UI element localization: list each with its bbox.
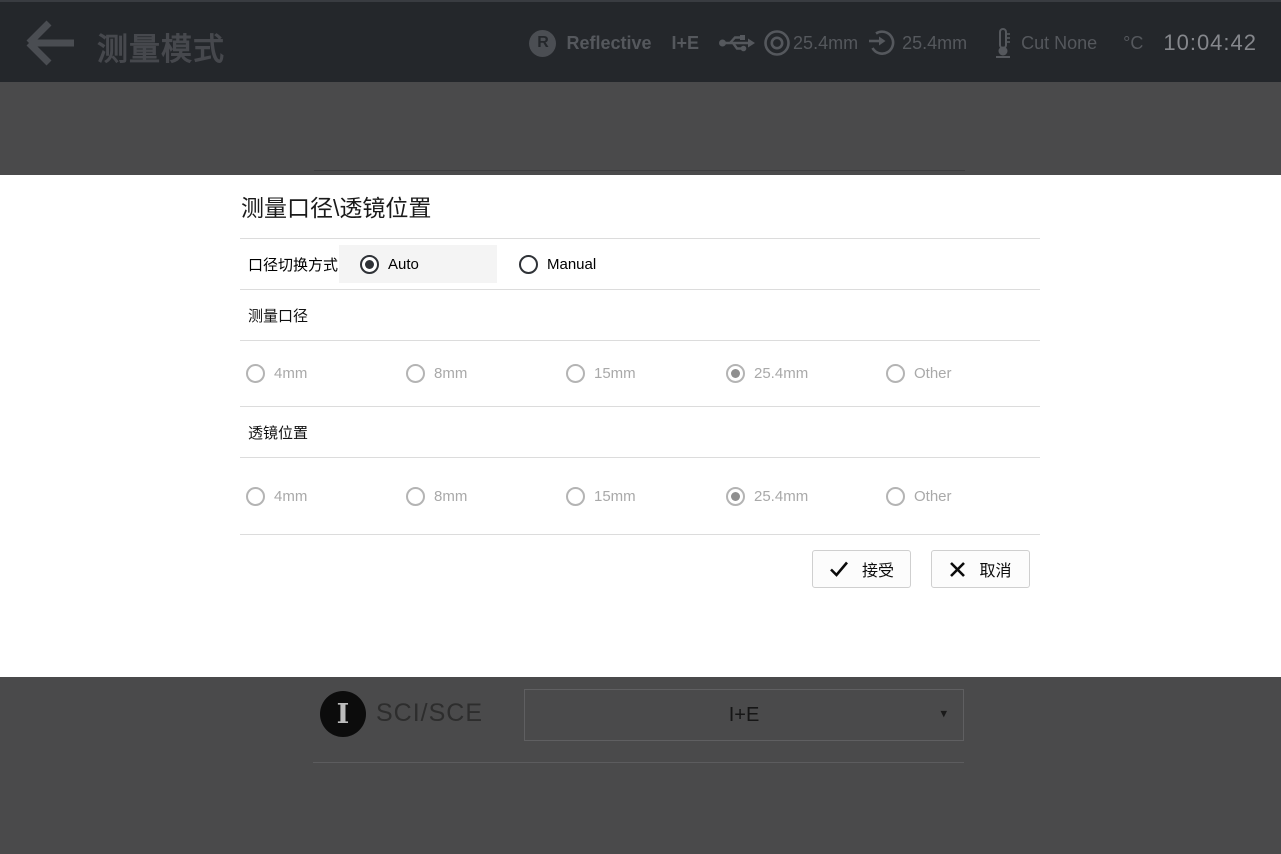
- thermometer-icon: [995, 28, 1011, 58]
- accept-button[interactable]: 接受: [812, 550, 911, 588]
- radio-manual-control: [519, 255, 538, 274]
- divider: [240, 534, 1040, 535]
- radio-manual[interactable]: Manual: [519, 255, 596, 274]
- usb-icon: [719, 32, 755, 54]
- aperture-icon: [763, 29, 791, 57]
- uv-filter-status: Cut None: [995, 28, 1097, 58]
- reflective-mode-icon: R: [529, 30, 556, 57]
- mode-label: Reflective: [566, 33, 651, 54]
- cancel-label: 取消: [979, 557, 1011, 581]
- radio-auto-label: Auto: [388, 256, 419, 273]
- uv-filter-value: Cut None: [1021, 33, 1097, 54]
- close-icon: [949, 561, 966, 578]
- lens-position-section: 透镜位置: [240, 407, 1040, 457]
- check-icon: [829, 560, 849, 578]
- lens-position-label: 透镜位置: [240, 422, 308, 443]
- bottom-divider: [313, 762, 964, 763]
- dialog-buttons: 接受 取消: [240, 550, 1040, 588]
- radio-aperture-other[interactable]: Other: [880, 364, 1040, 383]
- radio-aperture-25.4mm[interactable]: 25.4mm: [720, 364, 880, 383]
- radio-lens-4mm[interactable]: 4mm: [240, 487, 400, 506]
- dimmed-background-top: [0, 82, 1281, 175]
- radio-auto[interactable]: Auto: [339, 245, 497, 283]
- radio-manual-label: Manual: [547, 256, 596, 273]
- back-button[interactable]: [22, 18, 78, 68]
- lens-position-status: 25.4mm: [868, 29, 967, 57]
- measurement-aperture-options: 4mm 8mm 15mm 25.4mm Other: [240, 341, 1040, 406]
- sci-sce-dropdown-value: I+E: [729, 704, 760, 727]
- sci-sce-icon: I: [320, 691, 366, 737]
- measurement-aperture-label: 测量口径: [240, 305, 308, 326]
- radio-auto-control: [360, 255, 379, 274]
- sci-sce-dropdown[interactable]: I+E ▾: [524, 689, 964, 741]
- switch-mode-label: 口径切换方式: [240, 254, 339, 275]
- dimmed-background-bottom: I SCI/SCE I+E ▾: [0, 677, 1281, 854]
- accept-label: 接受: [862, 557, 894, 581]
- dialog-title: 测量口径\透镜位置: [240, 175, 1040, 238]
- page-title: 测量模式: [97, 24, 225, 69]
- sci-sce-mode-indicator: I+E: [672, 33, 700, 54]
- back-arrow-icon: [22, 18, 78, 68]
- measurement-aperture-section: 测量口径: [240, 290, 1040, 340]
- radio-aperture-15mm[interactable]: 15mm: [560, 364, 720, 383]
- sci-sce-label: SCI/SCE: [376, 699, 483, 728]
- radio-lens-other[interactable]: Other: [880, 487, 1040, 506]
- lens-position-value: 25.4mm: [902, 33, 967, 54]
- aperture-status: 25.4mm: [763, 29, 858, 57]
- measurement-mode-screen: 测量模式 R Reflective I+E: [0, 0, 1281, 854]
- temperature-unit: °C: [1123, 33, 1143, 54]
- clock: 10:04:42: [1163, 30, 1257, 56]
- lens-position-icon: [868, 29, 896, 57]
- caret-down-icon: ▾: [940, 706, 947, 722]
- aperture-switch-mode-row: 口径切换方式 Auto Manual: [240, 239, 1040, 289]
- aperture-value: 25.4mm: [793, 33, 858, 54]
- lens-position-options: 4mm 8mm 15mm 25.4mm Other: [240, 458, 1040, 534]
- aperture-lens-dialog: 测量口径\透镜位置 口径切换方式 Auto Manual 测量口径: [0, 175, 1281, 677]
- radio-aperture-4mm[interactable]: 4mm: [240, 364, 400, 383]
- radio-aperture-8mm[interactable]: 8mm: [400, 364, 560, 383]
- radio-lens-8mm[interactable]: 8mm: [400, 487, 560, 506]
- top-bar: 测量模式 R Reflective I+E: [0, 0, 1281, 82]
- radio-lens-25.4mm[interactable]: 25.4mm: [720, 487, 880, 506]
- cancel-button[interactable]: 取消: [931, 550, 1030, 588]
- background-divider: [314, 170, 965, 171]
- radio-lens-15mm[interactable]: 15mm: [560, 487, 720, 506]
- status-bar: R Reflective I+E: [529, 2, 1257, 84]
